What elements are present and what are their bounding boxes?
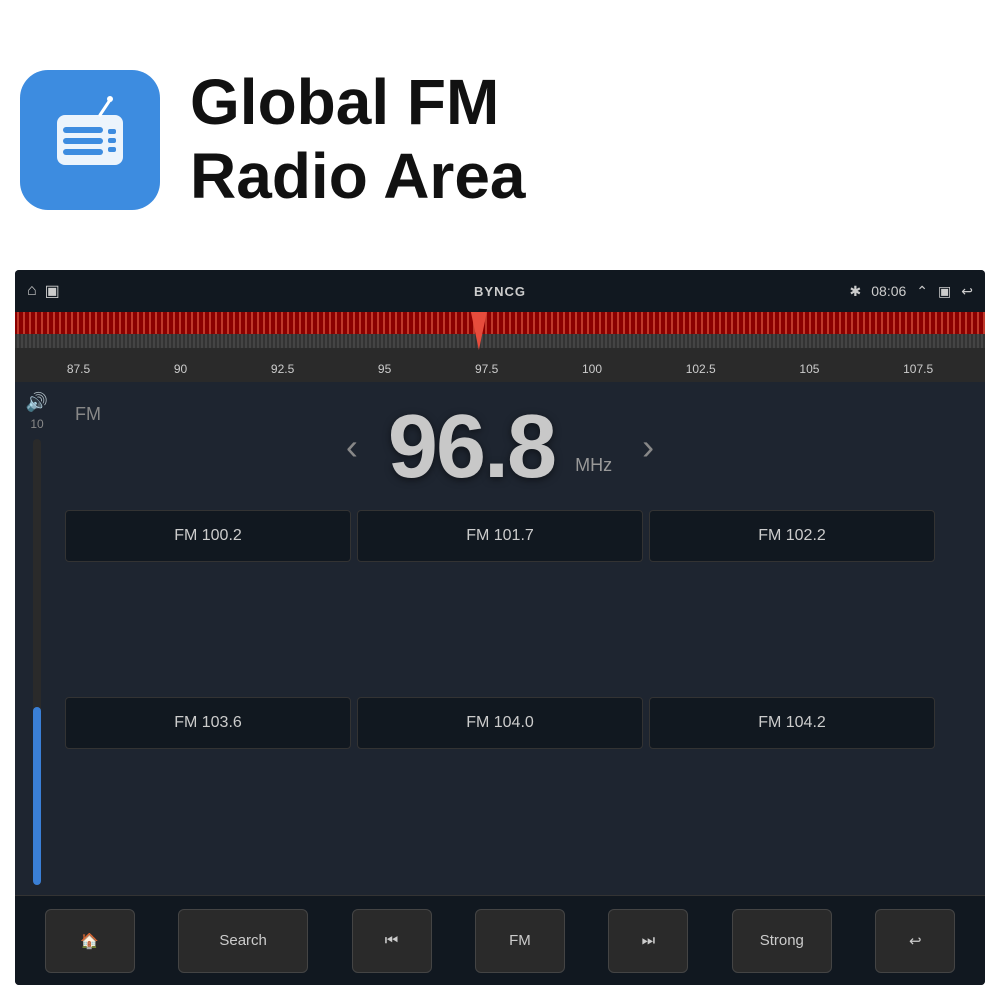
home-status-icon[interactable]: ⌂ (27, 282, 37, 300)
bluetooth-icon: ✱ (850, 283, 862, 300)
ruler-red-band (15, 312, 985, 334)
back-status-icon[interactable]: ↩ (961, 283, 973, 300)
preset-3[interactable]: FM 102.2 (649, 510, 935, 562)
freq-label-1025: 102.5 (686, 362, 716, 376)
volume-bar[interactable] (33, 439, 41, 885)
app-icon (20, 70, 160, 210)
home-button[interactable]: 🏠 (45, 909, 135, 973)
search-button[interactable]: Search (178, 909, 308, 973)
next-freq-button[interactable]: › (632, 426, 664, 468)
fm-mode-button[interactable]: FM (475, 909, 565, 973)
window-icon[interactable]: ▣ (938, 283, 951, 300)
frequency-ruler[interactable]: 87.5 90 92.5 95 97.5 100 102.5 105 107.5 (15, 312, 985, 382)
freq-label-975: 97.5 (475, 362, 498, 376)
freq-label-925: 92.5 (271, 362, 294, 376)
next-button-icon: ⏭ (642, 932, 656, 949)
back-button[interactable]: ↩ (875, 909, 955, 973)
status-right: ✱ 08:06 ⌃ ▣ ↩ (850, 283, 973, 300)
ruler-dark-band (15, 334, 985, 348)
status-title: BYNCG (474, 284, 526, 299)
preset-2[interactable]: FM 101.7 (357, 510, 643, 562)
car-screen: ⌂ ▣ BYNCG ✱ 08:06 ⌃ ▣ ↩ 87.5 90 92.5 95 … (15, 270, 985, 985)
volume-level: 10 (30, 417, 43, 431)
frequency-unit: MHz (575, 455, 612, 476)
preset-5[interactable]: FM 104.0 (357, 697, 643, 749)
up-icon[interactable]: ⌃ (916, 283, 928, 300)
frequency-display: ‹ 96.8 MHz › (15, 392, 985, 502)
radio-main: 🔊 10 FM ‹ 96.8 MHz › FM 100.2 FM 101.7 F… (15, 382, 985, 895)
ruler-labels: 87.5 90 92.5 95 97.5 100 102.5 105 107.5 (15, 362, 985, 376)
back-button-icon: ↩ (909, 932, 922, 950)
control-bar: 🏠 Search ⏮ FM ⏭ Strong ↩ (15, 895, 985, 985)
fm-band-label: FM (75, 404, 101, 425)
freq-label-90: 90 (174, 362, 187, 376)
freq-label-100: 100 (582, 362, 602, 376)
prev-button-icon: ⏮ (385, 932, 399, 949)
preset-1[interactable]: FM 100.2 (65, 510, 351, 562)
strong-button[interactable]: Strong (732, 909, 832, 973)
frequency-number: 96.8 (388, 402, 555, 492)
volume-bar-fill (33, 707, 41, 885)
home-button-icon: 🏠 (80, 932, 99, 950)
status-time: 08:06 (871, 283, 906, 299)
freq-label-875: 87.5 (67, 362, 90, 376)
next-button[interactable]: ⏭ (608, 909, 688, 973)
app-title: Global FM Radio Area (190, 66, 526, 213)
screen-icon[interactable]: ▣ (45, 281, 60, 301)
volume-side: 🔊 10 (15, 382, 59, 895)
preset-4[interactable]: FM 103.6 (65, 697, 351, 749)
volume-icon: 🔊 (26, 392, 48, 413)
prev-button[interactable]: ⏮ (352, 909, 432, 973)
freq-label-1075: 107.5 (903, 362, 933, 376)
preset-6[interactable]: FM 104.2 (649, 697, 935, 749)
branding-area: Global FM Radio Area (20, 20, 980, 260)
prev-freq-button[interactable]: ‹ (336, 426, 368, 468)
status-bar: ⌂ ▣ BYNCG ✱ 08:06 ⌃ ▣ ↩ (15, 270, 985, 312)
preset-grid: FM 100.2 FM 101.7 FM 102.2 FM 103.6 FM 1… (65, 510, 935, 877)
freq-label-105: 105 (799, 362, 819, 376)
freq-label-95: 95 (378, 362, 391, 376)
